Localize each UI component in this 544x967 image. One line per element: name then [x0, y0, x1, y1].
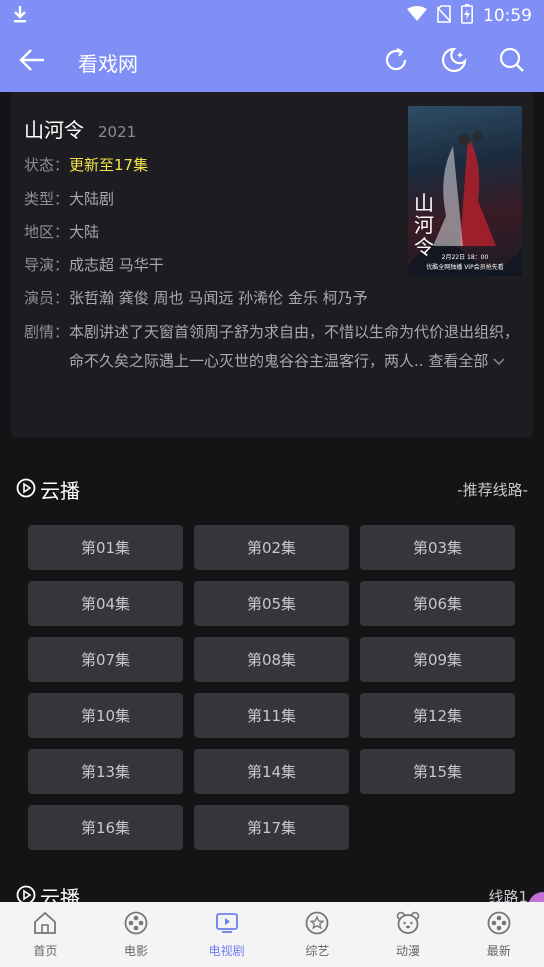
director-value: 成志超 马华干	[69, 256, 164, 274]
arrow-left-icon	[18, 48, 46, 76]
episode-button[interactable]: 第10集	[28, 693, 183, 738]
episode-button[interactable]: 第11集	[194, 693, 349, 738]
no-sim-icon	[436, 5, 452, 27]
refresh-icon	[383, 47, 409, 77]
expand-plot-link[interactable]: 查看全部	[428, 352, 505, 370]
director-label: 导演：	[24, 256, 70, 274]
tab-tv-series[interactable]: 电视剧	[181, 902, 272, 967]
episode-button[interactable]: 第14集	[194, 749, 349, 794]
episode-button[interactable]: 第16集	[28, 805, 183, 850]
cast-value: 张哲瀚 龚俊 周也 马闻远 孙浠伦 金乐 柯乃予	[69, 289, 368, 307]
status-label: 状态：	[24, 156, 70, 174]
poster-image[interactable]: 山河令 2月22日 18：00 优酷全网独播 VIP会员抢先看	[408, 106, 522, 276]
back-button[interactable]	[14, 44, 50, 80]
show-title: 山河令	[24, 118, 84, 142]
chevron-down-icon	[493, 352, 505, 370]
tab-label: 电影	[124, 944, 149, 958]
poster-caption-platform: 优酷全网独播 VIP会员抢先看	[426, 264, 504, 271]
tab-anime[interactable]: 动漫	[363, 902, 454, 967]
episode-button[interactable]: 第08集	[194, 637, 349, 682]
type-row: 类型：大陆剧	[24, 188, 114, 209]
status-row: 状态：更新至17集	[24, 154, 148, 175]
plot-text-block: 本剧讲述了天窗首领周子舒为求自由，不惜以生命为代价退出组织，命不久矣之际遇上一心…	[69, 318, 524, 376]
tab-home[interactable]: 首页	[0, 902, 91, 967]
bear-icon	[395, 910, 421, 940]
app-bar: 看戏网	[0, 32, 544, 92]
play-circle-icon	[16, 478, 36, 502]
home-icon	[32, 910, 58, 940]
episode-button[interactable]: 第17集	[194, 805, 349, 850]
tab-label: 动漫	[396, 944, 421, 958]
source-title-1: 云播	[40, 479, 80, 503]
episode-button[interactable]: 第09集	[360, 637, 515, 682]
episode-button[interactable]: 第15集	[360, 749, 515, 794]
type-label: 类型：	[24, 190, 70, 208]
source-header-1: 云播 -推荐线路-	[16, 475, 528, 504]
night-mode-button[interactable]	[436, 44, 472, 80]
plot-label: 剧情：	[24, 323, 70, 341]
tab-label: 综艺	[305, 944, 330, 958]
episode-button[interactable]: 第06集	[360, 581, 515, 626]
episode-button[interactable]: 第02集	[194, 525, 349, 570]
region-value: 大陆	[69, 223, 100, 241]
bottom-tab-bar: 首页 电影 电视剧 综艺 动漫 最新	[0, 902, 544, 967]
page-title: 看戏网	[78, 51, 138, 76]
battery-charging-icon	[461, 4, 473, 28]
tab-variety[interactable]: 综艺	[272, 902, 363, 967]
status-bar: 10:59	[0, 0, 544, 32]
cast-row: 演员：张哲瀚 龚俊 周也 马闻远 孙浠伦 金乐 柯乃予	[24, 287, 368, 308]
episode-button[interactable]: 第05集	[194, 581, 349, 626]
refresh-button[interactable]	[378, 44, 414, 80]
tab-label: 最新	[486, 944, 511, 958]
episode-button[interactable]: 第12集	[360, 693, 515, 738]
wifi-icon	[407, 6, 427, 26]
recommended-route-label[interactable]: -推荐线路-	[457, 479, 528, 500]
type-value: 大陆剧	[69, 190, 115, 208]
cast-label: 演员：	[24, 289, 70, 307]
region-label: 地区：	[24, 223, 70, 241]
tab-label: 电视剧	[208, 944, 245, 958]
status-value: 更新至17集	[69, 156, 149, 174]
search-icon	[499, 47, 525, 77]
director-row: 导演：成志超 马华干	[24, 254, 164, 275]
poster-title: 山河令	[414, 191, 434, 259]
download-icon	[12, 5, 28, 27]
tab-movies[interactable]: 电影	[91, 902, 182, 967]
clock: 10:59	[483, 6, 532, 26]
tv-icon	[214, 910, 240, 940]
detail-card: 山河令 2021 状态：更新至17集 类型：大陆剧 地区：大陆 导演：成志超 马…	[11, 92, 533, 438]
poster-caption-date: 2月22日 18：00	[441, 254, 489, 261]
episode-button[interactable]: 第01集	[28, 525, 183, 570]
tab-latest[interactable]: 最新	[453, 902, 544, 967]
plot-row: 剧情： 本剧讲述了天窗首领周子舒为求自由，不惜以生命为代价退出组织，命不久矣之际…	[24, 318, 524, 376]
film-reel-icon	[123, 910, 149, 940]
tab-label: 首页	[33, 944, 58, 958]
show-year: 2021	[98, 123, 137, 141]
episode-button[interactable]: 第03集	[360, 525, 515, 570]
film-reel-icon	[486, 910, 512, 940]
episode-grid: 第01集 第02集 第03集 第04集 第05集 第06集 第07集 第08集 …	[28, 525, 516, 850]
star-icon	[304, 910, 330, 940]
episode-button[interactable]: 第13集	[28, 749, 183, 794]
expand-plot-label: 查看全部	[428, 352, 489, 370]
episode-button[interactable]: 第07集	[28, 637, 183, 682]
moon-icon	[441, 47, 467, 77]
region-row: 地区：大陆	[24, 221, 99, 242]
episode-button[interactable]: 第04集	[28, 581, 183, 626]
search-button[interactable]	[494, 44, 530, 80]
